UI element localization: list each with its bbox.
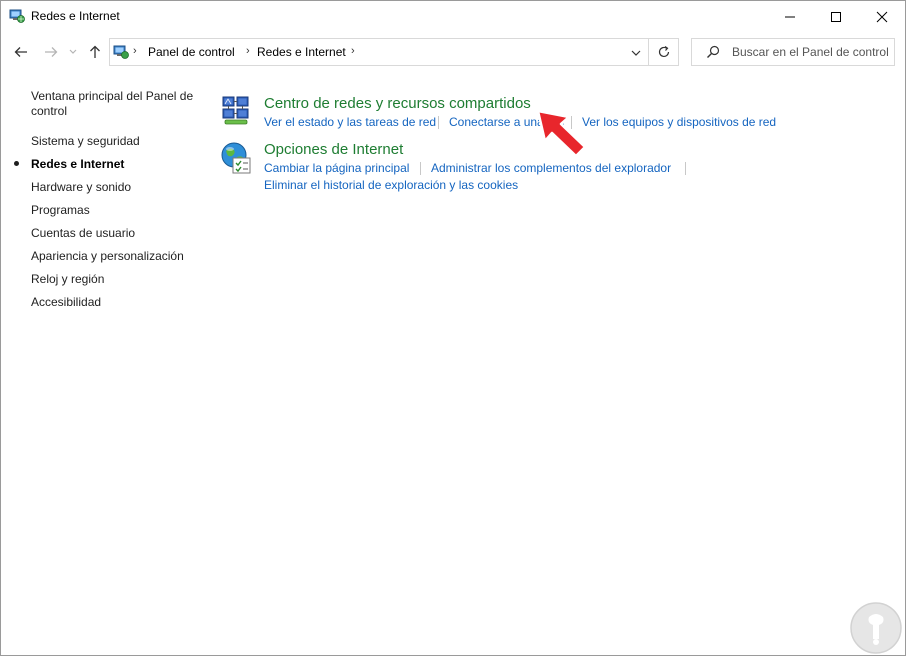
- view-network-devices-link[interactable]: Ver los equipos y dispositivos de red: [582, 115, 776, 129]
- maximize-icon: [831, 11, 841, 22]
- recent-locations-button[interactable]: [67, 42, 79, 62]
- internet-options-icon[interactable]: [220, 141, 254, 180]
- link-separator: [685, 162, 686, 175]
- search-icon: [706, 45, 720, 64]
- sidebar-item-security[interactable]: Sistema y seguridad: [31, 134, 140, 149]
- up-button[interactable]: [85, 42, 105, 62]
- forward-button[interactable]: [41, 42, 61, 62]
- breadcrumb-separator-icon[interactable]: ›: [351, 45, 355, 57]
- sidebar-item-label: control: [31, 104, 68, 118]
- breadcrumb-redes-e-internet[interactable]: Redes e Internet: [257, 45, 346, 59]
- internet-options-title[interactable]: Opciones de Internet: [264, 141, 403, 158]
- sidebar-item-hardware[interactable]: Hardware y sonido: [31, 180, 131, 195]
- back-button[interactable]: [11, 42, 31, 62]
- breadcrumb-separator-icon[interactable]: ›: [133, 45, 137, 57]
- delete-browsing-history-link[interactable]: Eliminar el historial de exploración y l…: [264, 178, 518, 192]
- minimize-button[interactable]: [767, 1, 813, 32]
- sidebar-item-appearance[interactable]: Apariencia y personalización: [31, 249, 184, 264]
- watermark-logo-icon: [849, 601, 903, 655]
- control-panel-network-icon: [113, 44, 129, 60]
- sidebar-item-home[interactable]: Ventana principal del Panel de control: [31, 89, 206, 119]
- navigation-bar: › Panel de control › Redes e Internet ›: [1, 32, 905, 72]
- network-center-title[interactable]: Centro de redes y recursos compartidos: [264, 95, 531, 112]
- sidebar-item-accessibility[interactable]: Accesibilidad: [31, 295, 101, 310]
- sidebar-item-network[interactable]: Redes e Internet: [31, 157, 124, 172]
- maximize-button[interactable]: [813, 1, 859, 32]
- sidebar-item-programs[interactable]: Programas: [31, 203, 90, 218]
- arrow-right-icon: [45, 47, 58, 57]
- chevron-down-icon: [69, 49, 77, 54]
- control-panel-network-icon: [9, 8, 25, 24]
- control-panel-window: Redes e Internet › Panel de control › Re…: [0, 0, 906, 656]
- address-dropdown-button[interactable]: [630, 46, 642, 58]
- sidebar-item-user-accounts[interactable]: Cuentas de usuario: [31, 226, 135, 241]
- breadcrumb-panel-de-control[interactable]: Panel de control: [148, 45, 235, 59]
- change-home-page-link[interactable]: Cambiar la página principal: [264, 161, 409, 175]
- current-item-bullet: [14, 161, 19, 166]
- refresh-button[interactable]: [649, 38, 679, 66]
- minimize-icon: [785, 16, 795, 17]
- link-separator: [438, 116, 439, 129]
- link-separator: [420, 162, 421, 175]
- address-bar[interactable]: › Panel de control › Redes e Internet ›: [109, 38, 649, 66]
- refresh-icon: [658, 46, 669, 58]
- arrow-up-icon: [90, 45, 100, 58]
- arrow-left-icon: [14, 47, 27, 57]
- sidebar-item-clock-region[interactable]: Reloj y región: [31, 272, 104, 287]
- view-network-status-link[interactable]: Ver el estado y las tareas de red: [264, 115, 436, 129]
- close-icon: [876, 11, 888, 22]
- title-bar: Redes e Internet: [1, 1, 905, 32]
- chevron-down-icon: [631, 50, 641, 56]
- breadcrumb-separator-icon[interactable]: ›: [246, 45, 250, 57]
- window-title: Redes e Internet: [31, 9, 120, 23]
- sidebar-item-label: Ventana principal del Panel de: [31, 89, 194, 103]
- search-box[interactable]: [691, 38, 895, 66]
- search-input[interactable]: [732, 44, 890, 60]
- network-center-icon[interactable]: [221, 95, 251, 132]
- red-pointer-arrow-icon: [535, 105, 591, 166]
- close-button[interactable]: [859, 1, 905, 32]
